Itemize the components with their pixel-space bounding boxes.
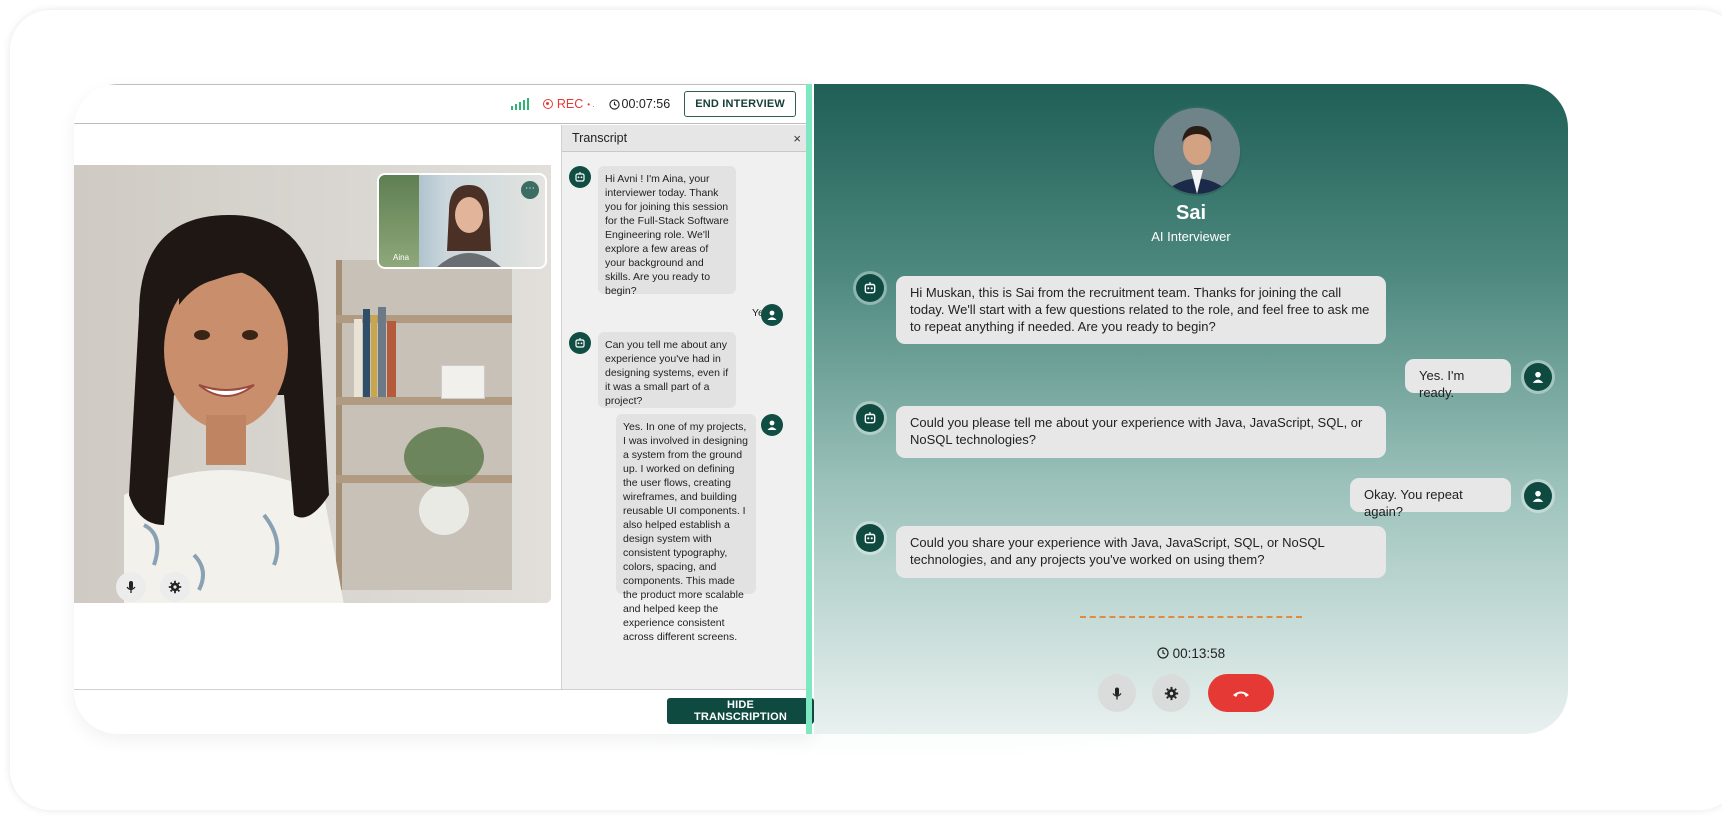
transcript-panel: Transcript × Hi Avni ! I'm Aina, your in… [561, 125, 811, 689]
right-margin [1568, 84, 1722, 734]
chat-message: Yes. I'm ready. [1405, 359, 1511, 400]
bot-avatar-icon [856, 274, 884, 302]
transcript-title: Transcript [572, 131, 628, 145]
gear-icon [1164, 686, 1178, 700]
clock-icon [608, 98, 620, 110]
settings-button[interactable] [1152, 674, 1190, 712]
recording-indicator: REC • . [542, 97, 595, 111]
bot-avatar-icon [569, 332, 591, 354]
transcript-message: Can you tell me about any experience you… [598, 332, 736, 408]
top-toolbar: REC • . 00:07:56 END INTERVIEW [74, 84, 810, 124]
user-avatar-icon [1524, 482, 1552, 510]
interview-panel: REC • . 00:07:56 END INTERVIEW Aina ⋯ Tr… [74, 84, 814, 734]
mic-button[interactable] [1098, 674, 1136, 712]
timer-value: 00:07:56 [621, 97, 671, 111]
transcript-message: Yes. In one of my projects, I was involv… [616, 414, 756, 643]
audio-waveform [1080, 616, 1302, 618]
bot-avatar-icon [856, 404, 884, 432]
gear-icon [168, 580, 182, 594]
user-avatar-icon [761, 414, 783, 436]
left-settings-button[interactable] [160, 572, 190, 602]
more-options-icon[interactable]: ⋯ [521, 181, 539, 199]
left-mic-button[interactable] [116, 572, 146, 602]
agent-name: Sai [1175, 202, 1207, 224]
user-avatar-icon [761, 304, 783, 326]
agent-avatar [1152, 106, 1242, 196]
pip-name-label: Aina [393, 253, 410, 262]
transcript-message: Hi Avni ! I'm Aina, your interviewer tod… [598, 166, 736, 297]
microphone-icon [1112, 687, 1122, 699]
chat-message: Could you share your experience with Jav… [896, 526, 1386, 578]
clock-icon [1157, 647, 1169, 659]
chat-message: Could you please tell me about your expe… [896, 406, 1386, 458]
rec-blink-dots: • . [587, 99, 595, 109]
interview-timer: 00:07:56 [608, 97, 671, 111]
hide-transcription-button[interactable]: HIDE TRANSCRIPTION [667, 698, 814, 724]
rec-label: REC [556, 97, 584, 111]
bot-avatar-icon [569, 166, 591, 188]
agent-role: AI Interviewer [1151, 229, 1231, 244]
record-icon [542, 99, 553, 109]
user-avatar-icon [1524, 363, 1552, 391]
interviewer-avatar [437, 185, 501, 267]
call-timer: 00:13:58 [814, 646, 1568, 661]
signal-strength-icon [510, 98, 529, 110]
end-interview-button[interactable]: END INTERVIEW [684, 91, 796, 117]
close-icon[interactable]: × [793, 131, 801, 146]
end-call-button[interactable] [1208, 674, 1274, 712]
chat-message: Hi Muskan, this is Sai from the recruitm… [896, 276, 1386, 344]
call-timer-value: 00:13:58 [1172, 646, 1226, 661]
bot-avatar-icon [856, 524, 884, 552]
panel-divider[interactable] [806, 84, 812, 734]
interviewer-pip-video[interactable]: Aina ⋯ [377, 173, 547, 269]
phone-hangup-icon [1233, 691, 1249, 697]
ai-call-panel: Sai AI Interviewer Hi Muskan, this is Sa… [814, 84, 1568, 734]
candidate-video: Aina ⋯ [74, 165, 551, 603]
transcript-header: Transcript × [562, 125, 811, 152]
chat-message: Okay. You repeat again? [1350, 478, 1511, 519]
microphone-icon [126, 581, 136, 593]
candidate-avatar [124, 215, 344, 603]
